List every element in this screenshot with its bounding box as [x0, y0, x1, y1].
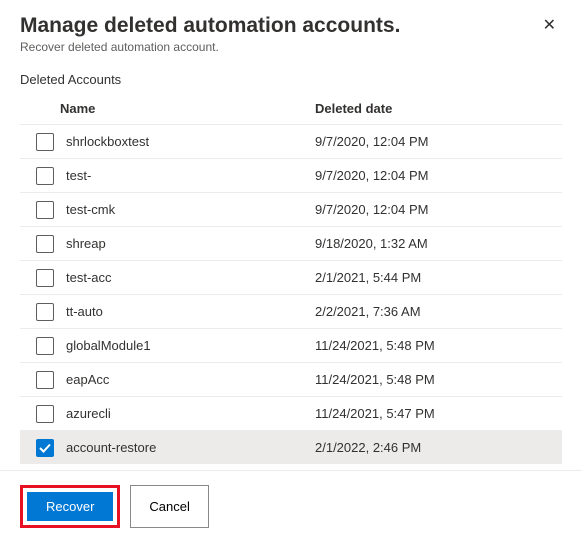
page-subtitle: Recover deleted automation account. — [20, 40, 400, 54]
section-label: Deleted Accounts — [20, 72, 562, 87]
row-date: 9/7/2020, 12:04 PM — [315, 168, 562, 183]
table-row[interactable]: test-acc2/1/2021, 5:44 PM — [20, 260, 562, 294]
table-row[interactable]: globalModule111/24/2021, 5:48 PM — [20, 328, 562, 362]
row-name: eapAcc — [66, 372, 315, 387]
table-row[interactable]: tt-auto2/2/2021, 7:36 AM — [20, 294, 562, 328]
row-checkbox[interactable] — [36, 201, 54, 219]
table-row[interactable]: account-restore2/1/2022, 2:46 PM — [20, 430, 562, 464]
column-header-name[interactable]: Name — [60, 101, 315, 116]
table-row[interactable]: test-cmk9/7/2020, 12:04 PM — [20, 192, 562, 226]
recover-button[interactable]: Recover — [27, 492, 113, 521]
page-title: Manage deleted automation accounts. — [20, 14, 400, 38]
accounts-table: Name Deleted date shrlockboxtest9/7/2020… — [20, 93, 562, 464]
check-icon — [39, 442, 51, 454]
row-checkbox[interactable] — [36, 235, 54, 253]
row-checkbox[interactable] — [36, 405, 54, 423]
row-date: 11/24/2021, 5:48 PM — [315, 338, 562, 353]
row-checkbox[interactable] — [36, 337, 54, 355]
recover-highlight: Recover — [20, 485, 120, 528]
table-row[interactable]: test-9/7/2020, 12:04 PM — [20, 158, 562, 192]
row-date: 11/24/2021, 5:47 PM — [315, 406, 562, 421]
row-name: shrlockboxtest — [66, 134, 315, 149]
cancel-button[interactable]: Cancel — [130, 485, 208, 528]
row-name: globalModule1 — [66, 338, 315, 353]
row-name: test- — [66, 168, 315, 183]
table-row[interactable]: shreap9/18/2020, 1:32 AM — [20, 226, 562, 260]
row-name: test-cmk — [66, 202, 315, 217]
row-checkbox[interactable] — [36, 371, 54, 389]
row-checkbox[interactable] — [36, 269, 54, 287]
row-date: 2/1/2022, 2:46 PM — [315, 440, 562, 455]
row-checkbox[interactable] — [36, 133, 54, 151]
row-date: 9/18/2020, 1:32 AM — [315, 236, 562, 251]
row-date: 2/1/2021, 5:44 PM — [315, 270, 562, 285]
row-date: 9/7/2020, 12:04 PM — [315, 202, 562, 217]
close-button[interactable]: ✕ — [537, 14, 562, 38]
row-date: 9/7/2020, 12:04 PM — [315, 134, 562, 149]
accounts-list[interactable]: shrlockboxtest9/7/2020, 12:04 PMtest-9/7… — [20, 124, 562, 464]
column-header-date[interactable]: Deleted date — [315, 101, 562, 116]
row-name: shreap — [66, 236, 315, 251]
row-name: account-restore — [66, 440, 315, 455]
row-checkbox[interactable] — [36, 303, 54, 321]
row-date: 2/2/2021, 7:36 AM — [315, 304, 562, 319]
row-checkbox[interactable] — [36, 439, 54, 457]
close-icon: ✕ — [543, 17, 556, 34]
table-row[interactable]: shrlockboxtest9/7/2020, 12:04 PM — [20, 124, 562, 158]
row-date: 11/24/2021, 5:48 PM — [315, 372, 562, 387]
row-checkbox[interactable] — [36, 167, 54, 185]
table-row[interactable]: eapAcc11/24/2021, 5:48 PM — [20, 362, 562, 396]
row-name: tt-auto — [66, 304, 315, 319]
row-name: test-acc — [66, 270, 315, 285]
table-row[interactable]: azurecli11/24/2021, 5:47 PM — [20, 396, 562, 430]
row-name: azurecli — [66, 406, 315, 421]
